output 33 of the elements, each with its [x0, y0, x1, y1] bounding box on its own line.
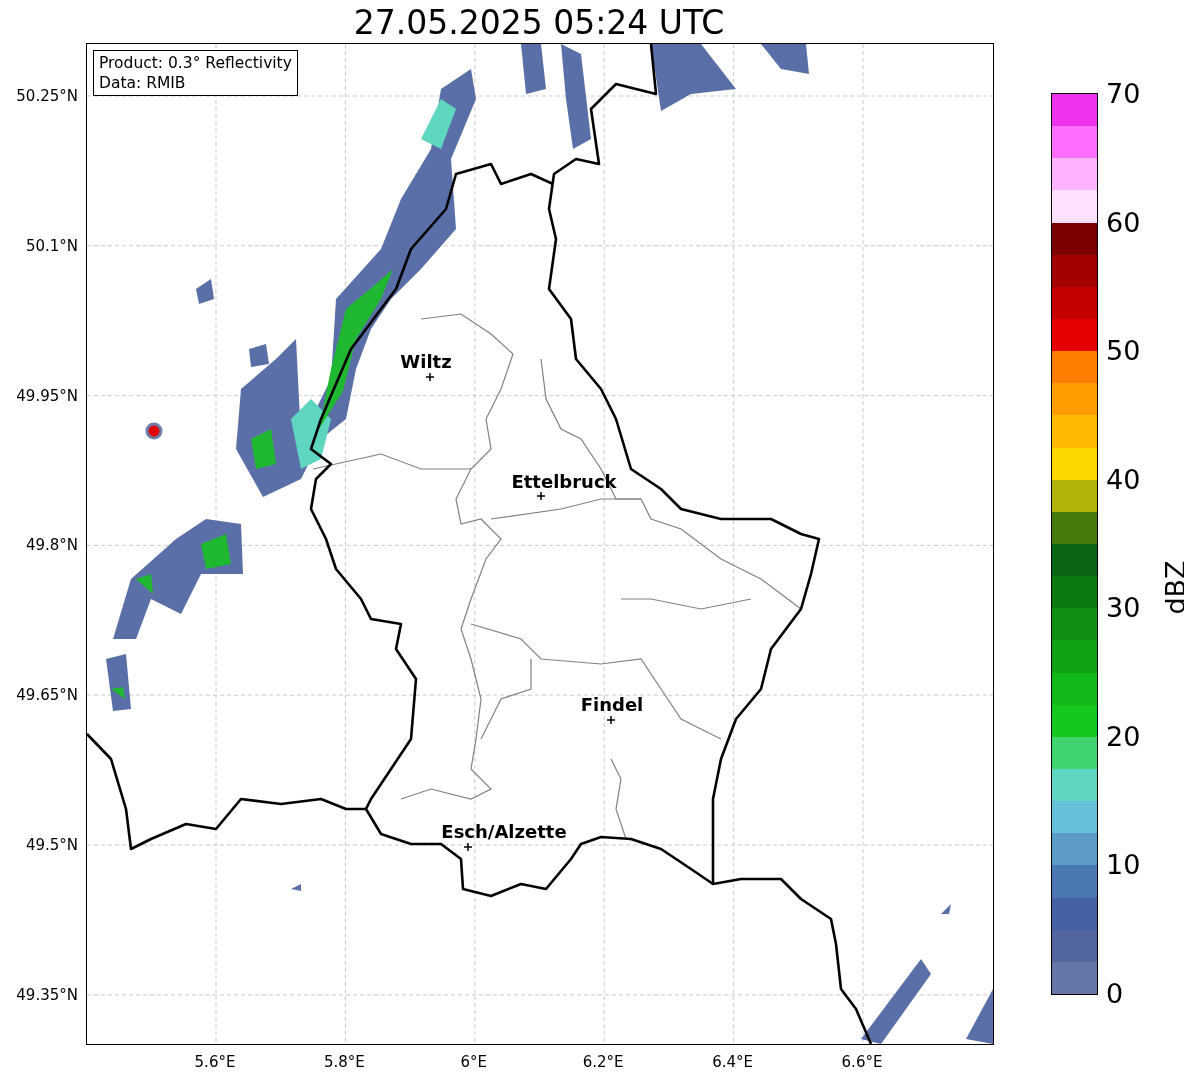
latitude-label: 49.95°N — [16, 386, 78, 405]
scale-label: 70 — [1106, 79, 1141, 109]
latitude-label: 49.8°N — [25, 536, 78, 555]
city-marker-icon — [425, 372, 435, 382]
scale-label: 20 — [1106, 721, 1141, 752]
city-marker-icon — [606, 715, 616, 725]
longitude-label: 6.4°E — [712, 1053, 753, 1071]
city-label: Ettelbruck — [511, 470, 617, 492]
scale-label: 40 — [1106, 464, 1141, 495]
scale-label: 60 — [1106, 207, 1141, 238]
latitude-label: 49.5°N — [25, 836, 78, 854]
info-text: Data: RMIB — [99, 73, 187, 93]
scale-label: 0 — [1106, 979, 1124, 1009]
longitude-label: 6.6°E — [841, 1053, 883, 1071]
longitude-label: 6.2°E — [582, 1053, 624, 1071]
latitude-label: 49.35°N — [16, 985, 78, 1004]
city-label: Wiltz — [400, 350, 452, 372]
longitude-label: 6°E — [460, 1053, 488, 1071]
city-label: Esch/Alzette — [441, 820, 567, 842]
scale-label: 30 — [1106, 593, 1141, 624]
scale-label: 50 — [1106, 336, 1141, 367]
city-marker-icon — [536, 491, 546, 501]
city-marker-icon — [463, 842, 473, 852]
latitude-label: 49.65°N — [16, 686, 78, 705]
radar-site-icon — [145, 422, 163, 440]
city-label: Findel — [580, 693, 644, 715]
scale-label: 10 — [1106, 850, 1141, 881]
info-text: Product: 0.3° Reflectivity — [99, 53, 292, 73]
latitude-label: 50.25°N — [16, 87, 78, 105]
chart-title: 27.05.2025 05:24 UTC — [353, 3, 725, 43]
latitude-label: 50.1°N — [25, 236, 78, 255]
longitude-label: 5.8°E — [323, 1053, 365, 1071]
longitude-label: 5.6°E — [194, 1053, 236, 1071]
